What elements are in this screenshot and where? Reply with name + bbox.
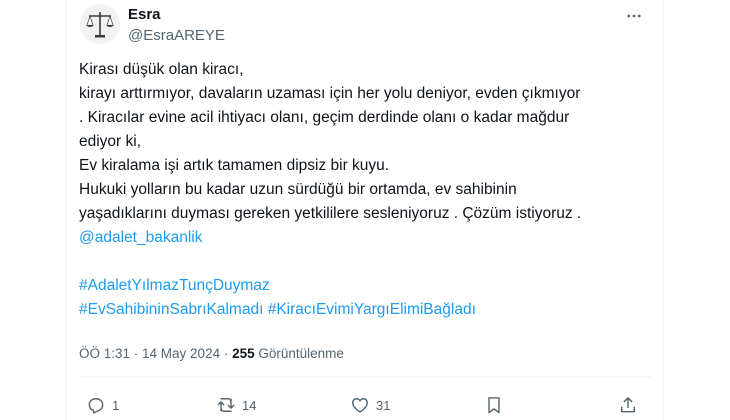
tweet-line: Hukuki yolların bu kadar uzun sürdüğü bi… xyxy=(79,181,517,198)
meta-separator: · xyxy=(130,346,143,361)
more-button[interactable] xyxy=(620,6,648,26)
reply-button[interactable]: 1 xyxy=(86,394,119,416)
tweet-date[interactable]: 14 May 2024 xyxy=(142,346,220,361)
hashtag-link[interactable]: #EvSahibininSabrıKalmadı xyxy=(79,301,263,318)
bookmark-button[interactable] xyxy=(484,394,504,416)
like-count: 31 xyxy=(376,397,391,413)
column-border-left xyxy=(66,0,67,420)
retweet-count: 14 xyxy=(242,397,257,413)
mention-link[interactable]: @adalet_bakanlik xyxy=(79,226,659,250)
column-border-right xyxy=(663,0,664,420)
hashtag-link[interactable]: #KiracıEvimiYargıElimiBağladı xyxy=(268,301,476,318)
share-button[interactable] xyxy=(618,394,638,416)
retweet-icon xyxy=(217,398,235,412)
hashtag-link[interactable]: #AdaletYılmazTunçDuymaz xyxy=(79,274,659,298)
reply-count: 1 xyxy=(112,397,120,413)
tweet-line: kirayı arttırmıyor, davaların uzaması iç… xyxy=(79,85,581,102)
views-label: Görüntülenme xyxy=(258,346,344,361)
tweet-line: . Kiracılar evine acil ihtiyacı olanı, g… xyxy=(79,109,570,126)
tweet-line: ediyor ki, xyxy=(79,133,142,150)
divider xyxy=(79,376,651,377)
meta-separator: · xyxy=(220,346,233,361)
display-name[interactable]: Esra xyxy=(128,6,161,23)
hashtag-row: #EvSahibininSabrıKalmadı #KiracıEvimiYar… xyxy=(79,298,659,322)
tweet-line: Kirası düşük olan kiracı, xyxy=(79,61,244,78)
scales-of-justice-icon xyxy=(80,4,120,44)
reply-icon xyxy=(88,398,104,414)
tweet-time[interactable]: ÖÖ 1:31 xyxy=(79,346,130,361)
heart-icon xyxy=(352,398,368,413)
tweet-card: Esra @EsraAREYE Kirası düşük olan kiracı… xyxy=(0,0,730,420)
tweet-meta: ÖÖ 1:31 · 14 May 2024 · 255 Görüntülenme xyxy=(79,346,344,361)
retweet-button[interactable]: 14 xyxy=(216,394,256,416)
bookmark-icon xyxy=(488,397,500,414)
tweet-text: Kirası düşük olan kiracı, kirayı arttırm… xyxy=(79,58,659,322)
tweet-line: Ev kiralama işi artık tamamen dipsiz bir… xyxy=(79,157,390,174)
share-icon xyxy=(621,397,635,413)
like-button[interactable]: 31 xyxy=(350,394,390,416)
avatar[interactable] xyxy=(80,4,120,44)
user-handle[interactable]: @EsraAREYE xyxy=(128,27,225,44)
more-horizontal-icon xyxy=(627,14,641,18)
views-count: 255 xyxy=(232,346,255,361)
tweet-line: yaşadıklarını duyması gereken yetkililer… xyxy=(79,205,582,222)
